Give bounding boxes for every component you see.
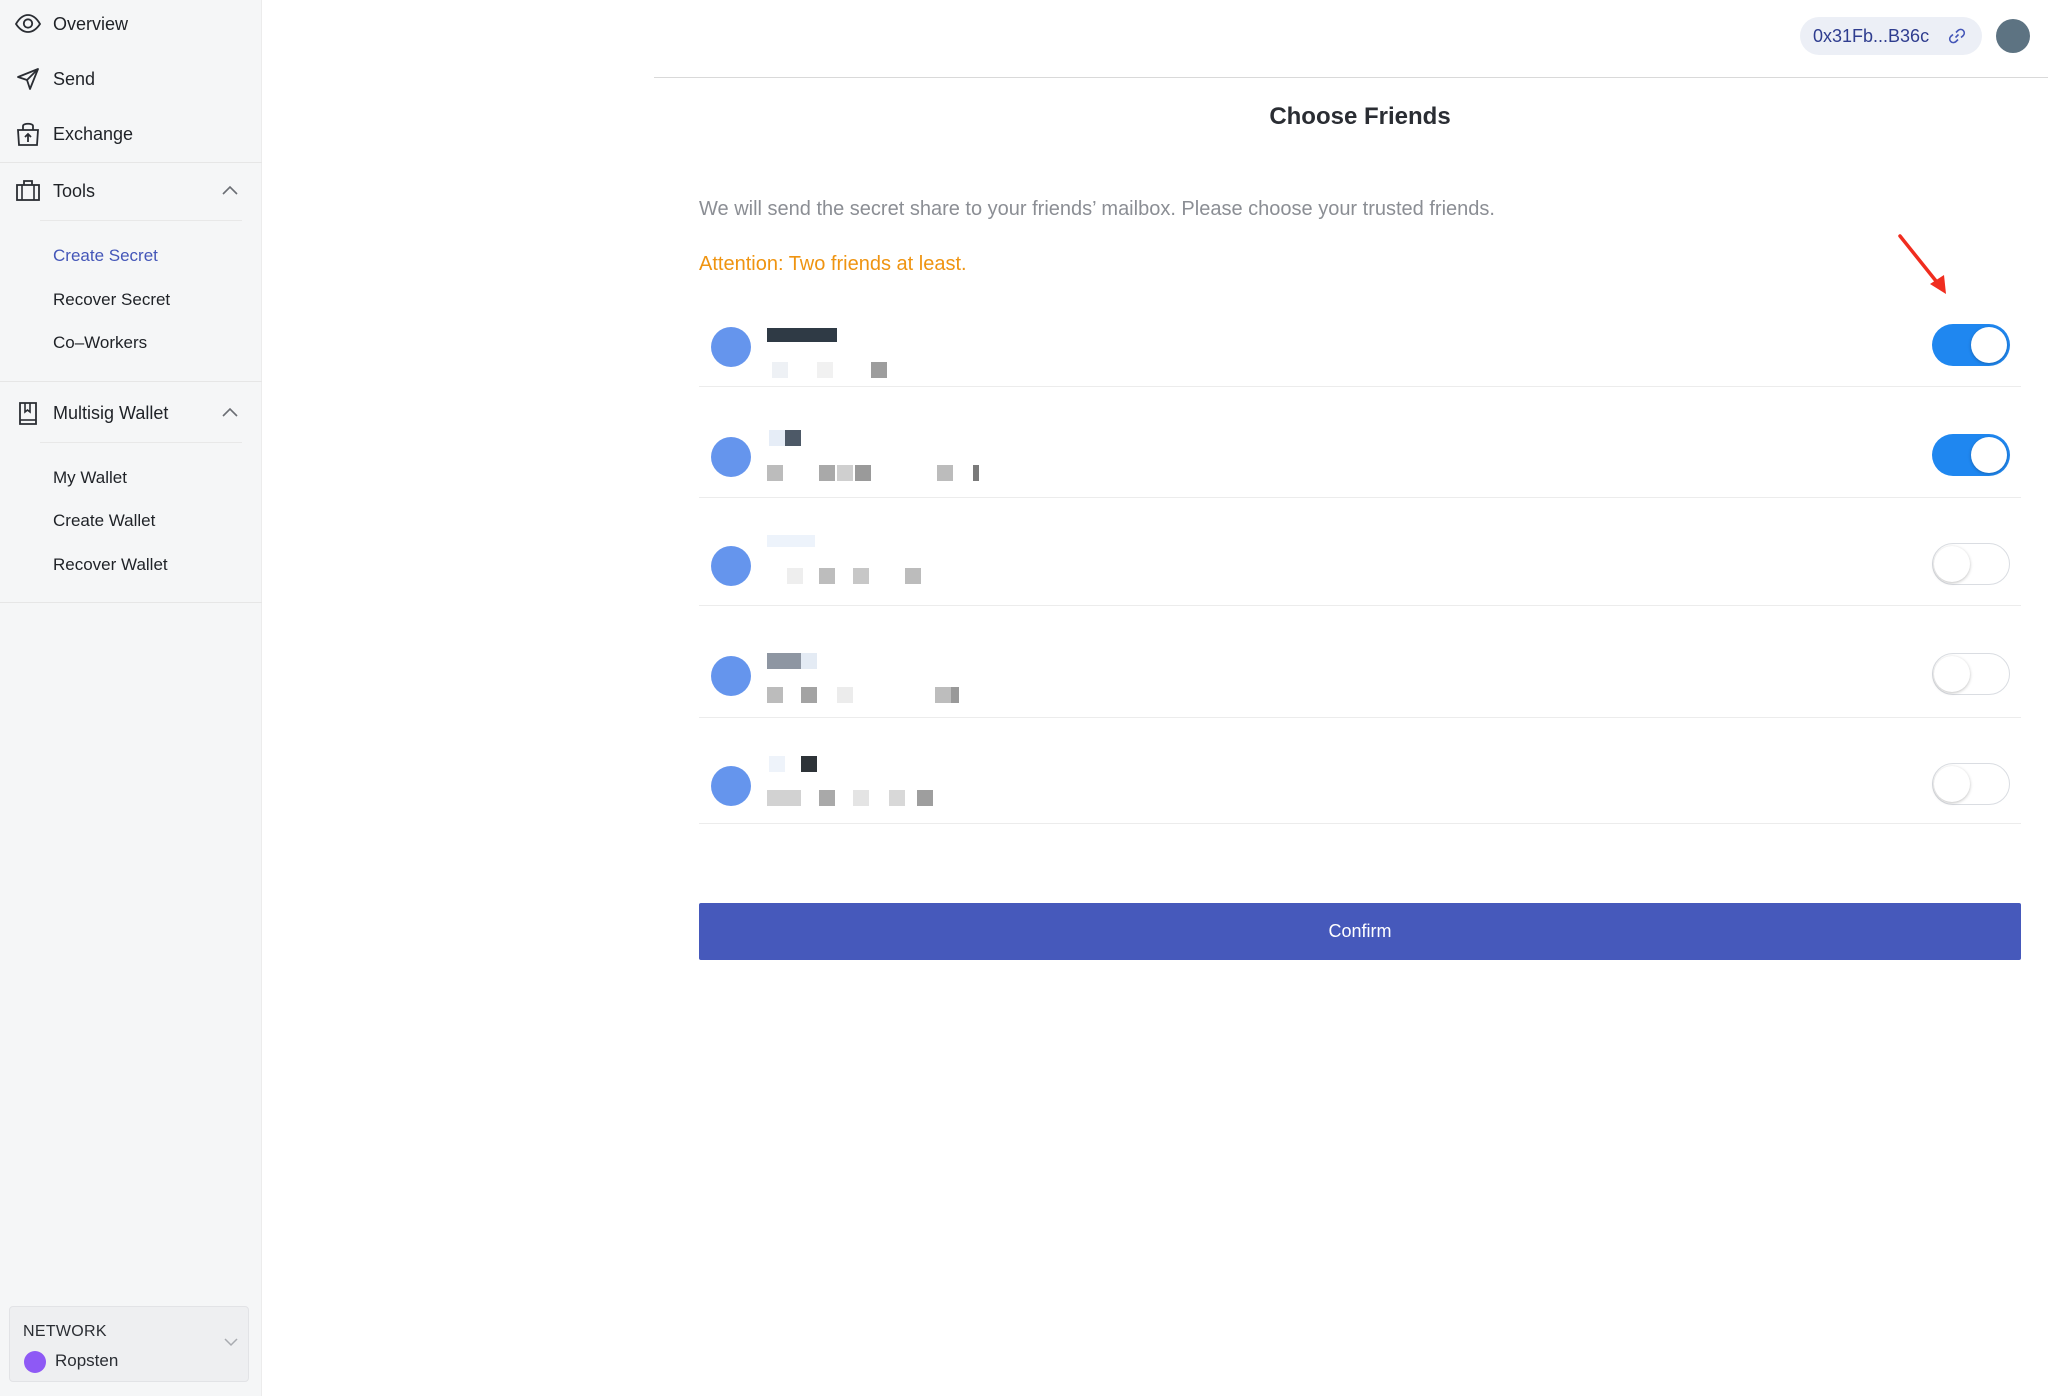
wallet-book-icon [19, 402, 37, 425]
chevron-up-icon[interactable] [220, 403, 240, 423]
friend-email-redacted [767, 687, 997, 703]
sidebar: Overview Send Exchange Tools Create Secr… [0, 0, 262, 1396]
friend-row[interactable] [699, 498, 2021, 606]
sidebar-divider [0, 162, 262, 163]
toggle-knob [1971, 327, 2007, 363]
friend-select-toggle[interactable] [1932, 434, 2010, 476]
friend-avatar [711, 546, 751, 586]
friend-row[interactable] [699, 300, 2021, 387]
page-title: Choose Friends [1269, 103, 1451, 130]
sidebar-divider [0, 381, 262, 382]
friend-select-toggle[interactable] [1932, 543, 2010, 585]
tools-divider [40, 220, 242, 221]
friend-email-redacted [767, 362, 927, 378]
network-selector[interactable]: NETWORK Ropsten [9, 1306, 249, 1382]
sub-recover-secret[interactable]: Recover Secret [53, 290, 170, 310]
multisig-divider [40, 442, 242, 443]
send-icon [17, 68, 39, 90]
friend-select-toggle[interactable] [1932, 324, 2010, 366]
exchange-bag-icon [17, 122, 39, 146]
page-description: We will send the secret share to your fr… [699, 198, 1495, 220]
network-name: Ropsten [55, 1351, 119, 1370]
friend-name-redacted [767, 756, 827, 772]
nav-send[interactable]: Send [0, 59, 262, 99]
friend-avatar [711, 656, 751, 696]
eye-icon [14, 14, 42, 33]
friend-row[interactable] [699, 387, 2021, 498]
sidebar-divider [0, 602, 262, 603]
chevron-down-icon [224, 1338, 238, 1347]
network-status-dot [24, 1351, 46, 1373]
sub-create-wallet[interactable]: Create Wallet [53, 511, 155, 531]
sub-my-wallet[interactable]: My Wallet [53, 468, 127, 488]
friend-row[interactable] [699, 606, 2021, 718]
friend-select-toggle[interactable] [1932, 763, 2010, 805]
link-icon[interactable] [1948, 27, 1966, 45]
chevron-up-icon[interactable] [220, 181, 240, 201]
friend-email-redacted [767, 790, 947, 806]
friend-email-redacted [767, 465, 997, 481]
toggle-knob [1934, 656, 1970, 692]
friend-name-redacted [767, 328, 847, 344]
friend-email-redacted [767, 568, 957, 584]
nav-overview-label: Overview [53, 13, 129, 34]
wallet-address: 0x31Fb...B36c [1813, 26, 1930, 46]
nav-multisig-label: Multisig Wallet [53, 402, 169, 423]
network-title: NETWORK [23, 1323, 107, 1340]
nav-tools-label: Tools [53, 180, 96, 201]
nav-overview[interactable]: Overview [0, 4, 262, 44]
friend-row[interactable] [699, 718, 2021, 824]
friend-name-redacted [767, 653, 827, 669]
user-avatar[interactable] [1996, 19, 2030, 53]
nav-tools[interactable]: Tools [0, 171, 262, 211]
attention-note: Attention: Two friends at least. [699, 253, 967, 275]
friend-select-toggle[interactable] [1932, 653, 2010, 695]
toggle-knob [1971, 437, 2007, 473]
nav-send-label: Send [53, 68, 96, 89]
friend-avatar [711, 327, 751, 367]
toggle-knob [1934, 766, 1970, 802]
toggle-knob [1934, 546, 1970, 582]
nav-exchange-label: Exchange [53, 123, 134, 144]
sub-recover-wallet[interactable]: Recover Wallet [53, 555, 168, 575]
friend-avatar [711, 437, 751, 477]
sub-create-secret[interactable]: Create Secret [53, 246, 158, 266]
nav-exchange[interactable]: Exchange [0, 114, 262, 154]
nav-multisig-wallet[interactable]: Multisig Wallet [0, 393, 262, 433]
red-arrow-annotation [1898, 234, 1946, 294]
header-divider [654, 77, 2048, 78]
friend-name-redacted [767, 535, 827, 551]
wallet-address-pill[interactable]: 0x31Fb...B36c [1800, 17, 1982, 55]
toolbox-icon [16, 180, 40, 201]
sub-co-workers[interactable]: Co–Workers [53, 333, 147, 353]
friend-name-redacted [767, 430, 807, 446]
friend-avatar [711, 766, 751, 806]
confirm-button[interactable]: Confirm [699, 903, 2021, 960]
